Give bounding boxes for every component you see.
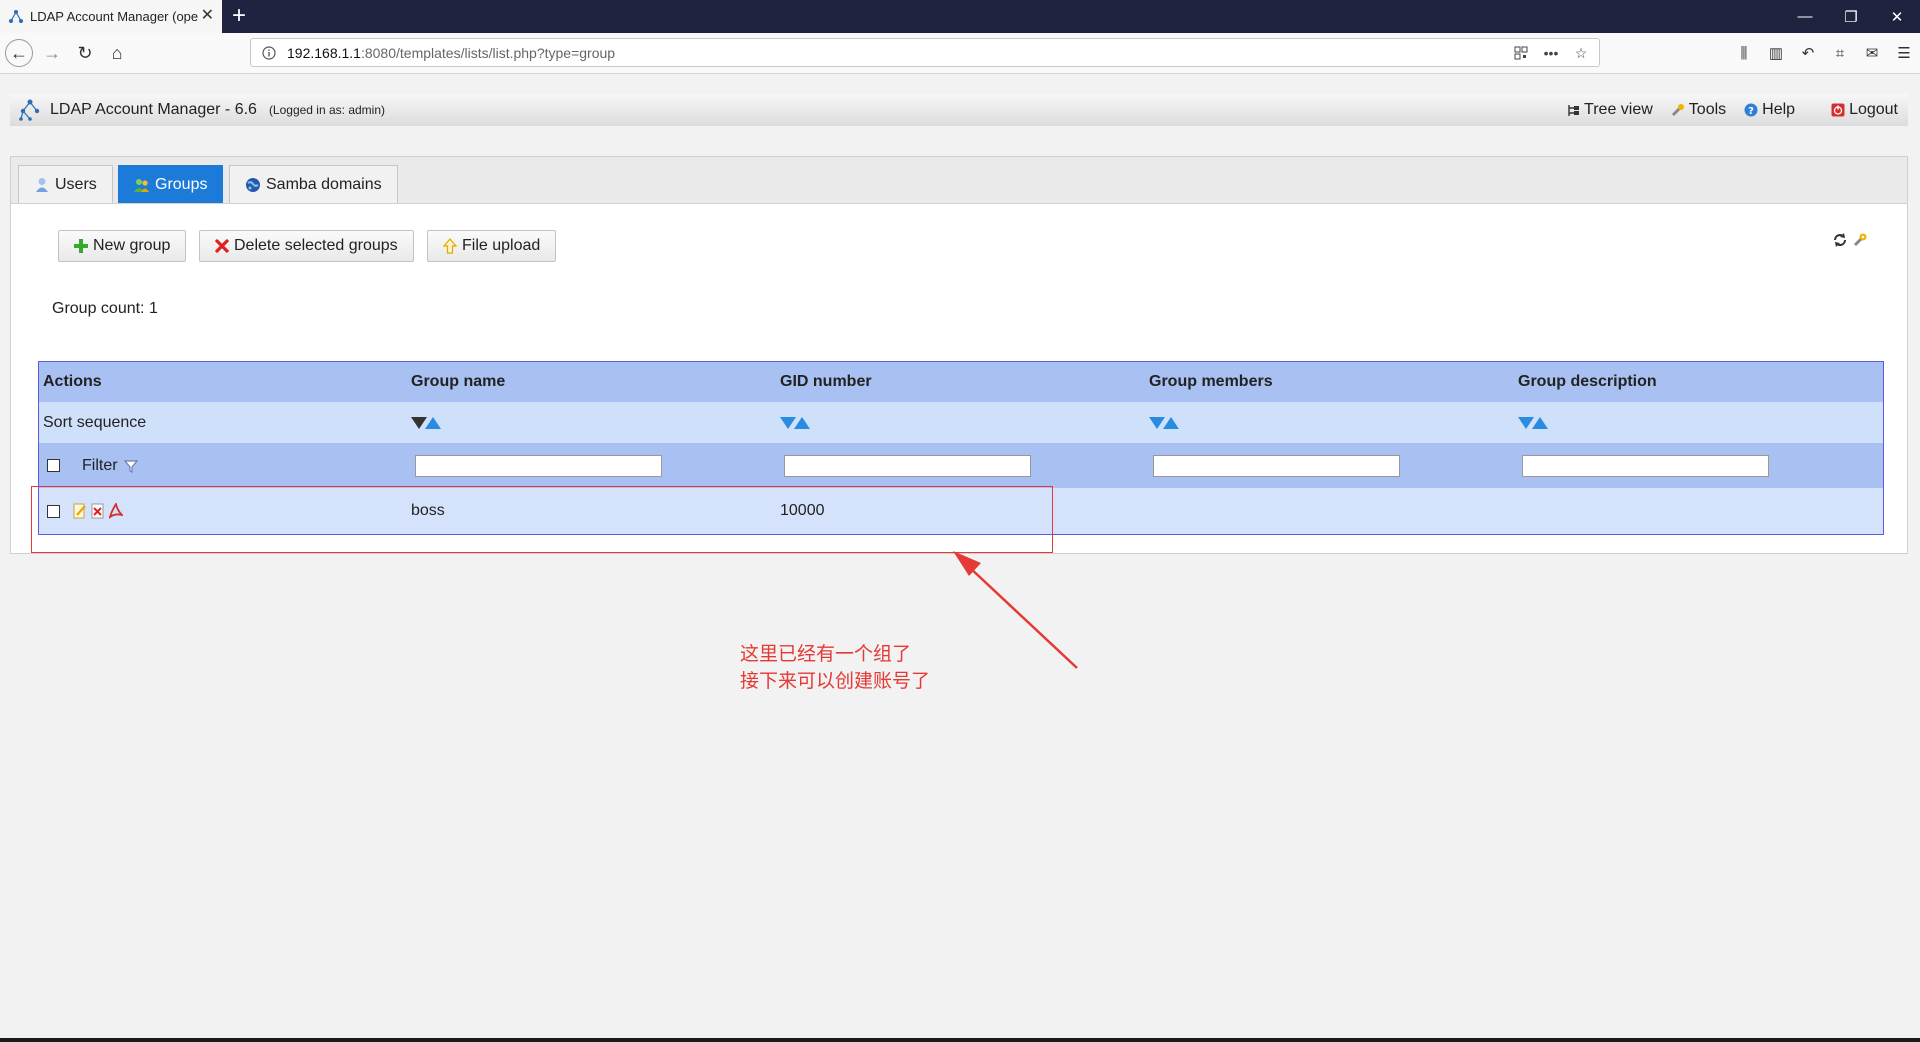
- upload-arrow-icon: [442, 238, 458, 254]
- delete-x-icon: [214, 238, 230, 254]
- screenshot-icon[interactable]: ⌗: [1824, 39, 1856, 67]
- sort-ascending-icon[interactable]: [1163, 416, 1179, 429]
- sort-ascending-icon[interactable]: [1532, 416, 1548, 429]
- help-link[interactable]: ? Help: [1744, 101, 1795, 119]
- lam-logo-icon: [18, 98, 42, 122]
- chat-icon[interactable]: ✉: [1856, 39, 1888, 67]
- tree-view-label: Tree view: [1584, 101, 1653, 118]
- tab-groups-label: Groups: [155, 175, 208, 193]
- column-header-group-members[interactable]: Group members: [1145, 362, 1514, 402]
- menu-icon[interactable]: ☰: [1888, 39, 1920, 67]
- logout-link[interactable]: Logout: [1831, 101, 1898, 119]
- filter-input-gid-number[interactable]: [784, 454, 1031, 477]
- help-label: Help: [1762, 101, 1796, 118]
- new-group-label: New group: [93, 237, 171, 254]
- filter-input-group-description[interactable]: [1522, 454, 1769, 477]
- refresh-icon[interactable]: [1831, 231, 1849, 249]
- forward-arrow-icon[interactable]: →: [38, 39, 66, 67]
- column-header-actions: Actions: [43, 373, 102, 390]
- tree-view-link[interactable]: Tree view: [1566, 101, 1653, 119]
- delete-selected-label: Delete selected groups: [234, 237, 398, 254]
- tab-users-label: Users: [55, 175, 97, 193]
- logout-icon: [1831, 103, 1845, 117]
- group-description-cell: [1514, 488, 1883, 534]
- filter-input-group-members[interactable]: [1153, 454, 1400, 477]
- new-tab-icon[interactable]: +: [232, 3, 246, 29]
- column-header-gid-number[interactable]: GID number: [776, 362, 1145, 402]
- tab-samba-domains[interactable]: Samba domains: [229, 165, 398, 203]
- sort-sequence-label: Sort sequence: [43, 413, 147, 431]
- tab-groups[interactable]: Groups: [118, 165, 224, 203]
- filter-row: Filter: [39, 443, 1883, 488]
- file-upload-label: File upload: [462, 237, 541, 254]
- new-group-button[interactable]: New group: [58, 230, 187, 262]
- sort-ascending-icon[interactable]: [794, 416, 810, 429]
- lam-favicon-icon: [8, 9, 24, 25]
- url-path: :8080/templates/lists/list.php?type=grou…: [360, 44, 616, 61]
- browser-titlebar: LDAP Account Manager (opе ✕ + — ❐ ✕: [0, 0, 1920, 33]
- filter-input-group-name[interactable]: [415, 454, 662, 477]
- window-close-icon[interactable]: ✕: [1874, 0, 1920, 33]
- lam-header: LDAP Account Manager - 6.6 (Logged in as…: [10, 94, 1908, 126]
- browser-tab[interactable]: LDAP Account Manager (opе ✕: [0, 0, 222, 33]
- wrench-icon: [1671, 103, 1685, 117]
- group-icon: [134, 177, 150, 193]
- plus-icon: [73, 238, 89, 254]
- logged-in-label: (Logged in as: admin): [268, 103, 386, 117]
- column-header-group-description[interactable]: Group description: [1514, 362, 1883, 402]
- tab-users[interactable]: Users: [18, 165, 113, 203]
- site-info-icon[interactable]: [261, 45, 277, 61]
- qr-code-icon[interactable]: [1511, 43, 1531, 63]
- address-bar[interactable]: 192.168.1.1:8080/templates/lists/list.ph…: [250, 38, 1600, 67]
- file-upload-button[interactable]: File upload: [427, 230, 557, 262]
- column-header-group-name[interactable]: Group name: [407, 362, 776, 402]
- logout-label: Logout: [1849, 101, 1898, 118]
- help-icon: ?: [1744, 103, 1758, 117]
- reload-icon[interactable]: ↻: [71, 39, 99, 67]
- tab-title: LDAP Account Manager (opе: [30, 9, 199, 24]
- delete-selected-groups-button[interactable]: Delete selected groups: [199, 230, 414, 262]
- app-title: LDAP Account Manager - 6.6: [50, 101, 257, 118]
- annotation-line-1: 这里已经有一个组了: [740, 643, 912, 665]
- globe-icon: [245, 177, 261, 193]
- sort-sequence-row: Sort sequence: [39, 402, 1883, 443]
- home-icon[interactable]: ⌂: [103, 39, 131, 67]
- undo-icon[interactable]: ↶: [1792, 39, 1824, 67]
- library-icon[interactable]: ⫼: [1728, 39, 1760, 67]
- annotation-text: 这里已经有一个组了 接下来可以创建账号了: [740, 641, 930, 695]
- tab-samba-label: Samba domains: [266, 175, 382, 193]
- tree-view-icon: [1566, 103, 1580, 117]
- minimize-icon[interactable]: —: [1782, 0, 1828, 33]
- tools-label: Tools: [1688, 101, 1727, 118]
- select-all-checkbox[interactable]: [47, 459, 60, 472]
- browser-navbar: ← → ↻ ⌂ 192.168.1.1:8080/templates/lists…: [0, 33, 1920, 74]
- page-actions-icon[interactable]: •••: [1541, 43, 1561, 63]
- restore-icon[interactable]: ❐: [1828, 0, 1874, 33]
- account-type-tabs: Users Groups Samba domains: [11, 157, 1907, 204]
- group-count: Group count: 1: [52, 300, 158, 317]
- annotation-highlight-box: [31, 486, 1053, 553]
- svg-text:?: ?: [1748, 106, 1754, 117]
- tools-link[interactable]: Tools: [1671, 101, 1726, 119]
- bottom-border: [0, 1038, 1920, 1042]
- list-settings-wrench-icon[interactable]: [1851, 231, 1869, 249]
- table-header-row: Actions Group name GID number Group memb…: [39, 362, 1883, 402]
- annotation-line-2: 接下来可以创建账号了: [740, 670, 931, 692]
- group-members-cell: [1145, 488, 1514, 534]
- sidebar-icon[interactable]: ▥: [1760, 39, 1792, 67]
- bookmark-star-icon[interactable]: ☆: [1571, 43, 1591, 63]
- url-host: 192.168.1.1: [287, 44, 361, 61]
- filter-funnel-icon[interactable]: [123, 459, 138, 473]
- filter-label: Filter: [82, 456, 118, 474]
- user-icon: [34, 177, 50, 193]
- back-arrow-icon[interactable]: ←: [5, 39, 33, 67]
- close-tab-icon[interactable]: ✕: [201, 8, 214, 24]
- sort-ascending-icon[interactable]: [425, 416, 441, 429]
